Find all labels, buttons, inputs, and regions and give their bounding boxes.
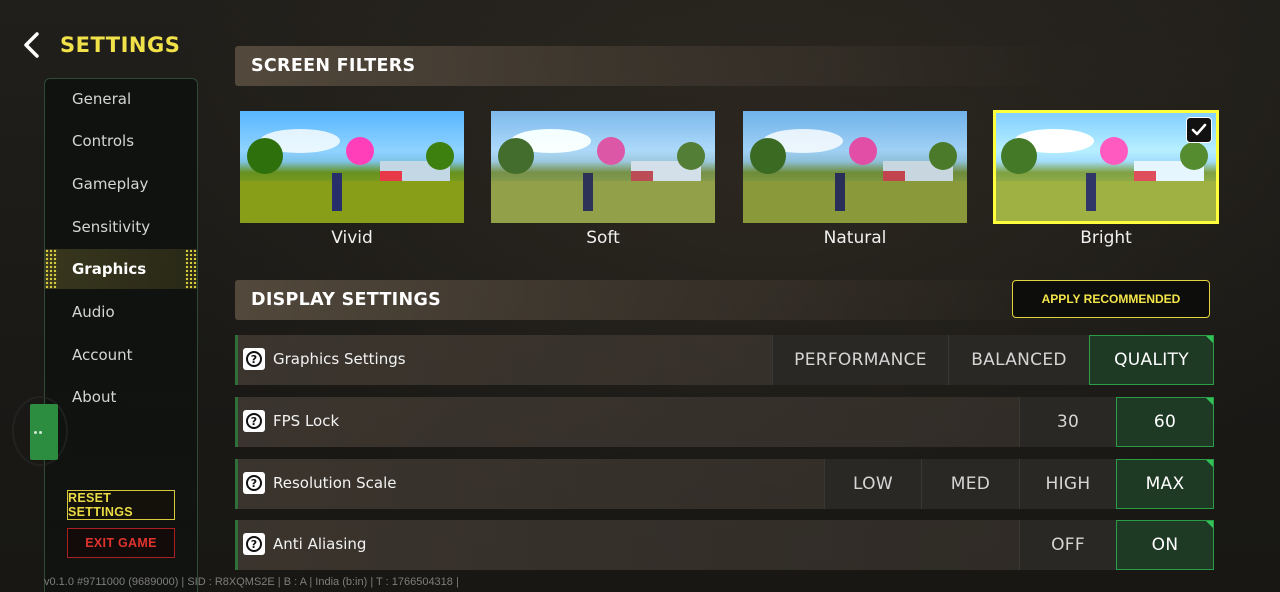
option-on[interactable]: ON [1116,520,1214,570]
option-fps-60[interactable]: 60 [1116,397,1214,447]
option-off[interactable]: OFF [1019,520,1116,570]
filter-preview-image [743,111,967,223]
sidebar-item-general[interactable]: General [45,79,197,119]
sidebar-item-sensitivity[interactable]: Sensitivity [45,207,197,247]
setting-label: Graphics Settings [273,350,406,368]
filter-option-soft[interactable] [491,111,715,223]
page-title: SETTINGS [60,33,181,57]
filter-label-natural: Natural [823,228,887,248]
sidebar-item-controls[interactable]: Controls [45,121,197,161]
filter-label-soft: Soft [586,228,620,248]
help-icon[interactable]: ? [243,410,265,432]
option-high[interactable]: HIGH [1019,459,1116,509]
screen-filters-header: SCREEN FILTERS [235,46,1250,86]
exit-game-button[interactable]: EXIT GAME [67,528,175,558]
help-icon[interactable]: ? [243,472,265,494]
sidebar-item-account[interactable]: Account [45,335,197,375]
filter-label-vivid: Vivid [331,228,373,248]
apply-recommended-button[interactable]: APPLY RECOMMENDED [1012,280,1210,318]
filter-preview-image [240,111,464,223]
checkmark-icon [1186,117,1212,143]
option-fps-30[interactable]: 30 [1019,397,1116,447]
reset-settings-button[interactable]: RESET SETTINGS [67,490,175,520]
option-low[interactable]: LOW [824,459,921,509]
side-drawer-handle[interactable] [30,404,58,460]
back-arrow-icon[interactable] [18,30,46,60]
sidebar-item-gameplay[interactable]: Gameplay [45,164,197,204]
option-quality[interactable]: QUALITY [1089,335,1214,385]
help-icon[interactable]: ? [243,348,265,370]
setting-label: Resolution Scale [273,474,397,492]
option-max[interactable]: MAX [1116,459,1214,509]
sidebar-item-about[interactable]: About [45,377,197,417]
filter-option-bright[interactable] [993,110,1219,224]
setting-label: FPS Lock [273,412,340,430]
sidebar-item-audio[interactable]: Audio [45,292,197,332]
sidebar-item-graphics[interactable]: Graphics [45,249,197,289]
help-icon[interactable]: ? [243,533,265,555]
setting-row-graphics-settings: ? Graphics Settings PERFORMANCE BALANCED… [235,335,1214,385]
filter-option-natural[interactable] [743,111,967,223]
setting-row-resolution-scale: ? Resolution Scale LOW MED HIGH MAX [235,459,1214,509]
option-balanced[interactable]: BALANCED [948,335,1089,385]
setting-label: Anti Aliasing [273,535,367,553]
setting-row-anti-aliasing: ? Anti Aliasing OFF ON [235,520,1214,570]
display-settings-title: DISPLAY SETTINGS [251,290,442,310]
screen-filters-title: SCREEN FILTERS [251,56,416,76]
filter-label-bright: Bright [1080,228,1132,248]
option-med[interactable]: MED [921,459,1019,509]
filter-option-vivid[interactable] [240,111,464,223]
option-performance[interactable]: PERFORMANCE [772,335,948,385]
filter-preview-image [993,110,1219,224]
setting-row-fps-lock: ? FPS Lock 30 60 [235,397,1214,447]
build-info: v0.1.0 #9711000 (9689000) | SID : R8XQMS… [44,576,459,588]
filter-preview-image [491,111,715,223]
